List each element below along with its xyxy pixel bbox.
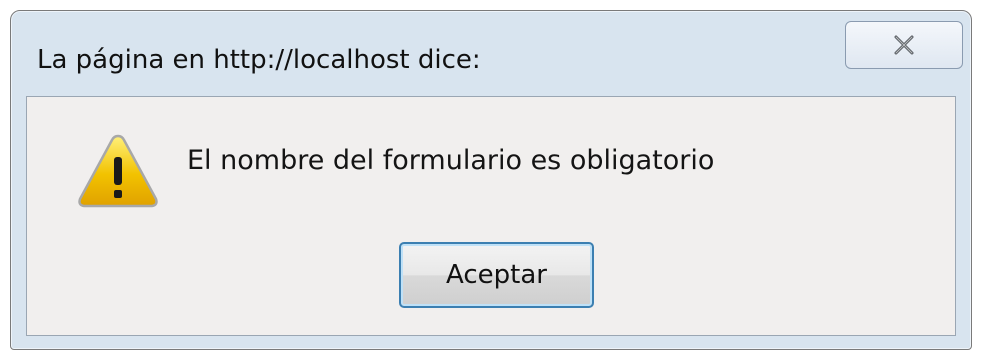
close-button[interactable]: [845, 21, 963, 69]
dialog-message: El nombre del formulario es obligatorio: [187, 145, 715, 176]
close-icon: [893, 35, 915, 55]
accept-button[interactable]: Aceptar: [399, 242, 594, 308]
warning-icon: [75, 131, 161, 211]
dialog-title: La página en http://localhost dice:: [37, 45, 481, 75]
dialog-body: El nombre del formulario es obligatorio …: [26, 96, 956, 336]
alert-dialog: La página en http://localhost dice: El n…: [10, 10, 972, 350]
title-bar: La página en http://localhost dice:: [11, 11, 971, 93]
